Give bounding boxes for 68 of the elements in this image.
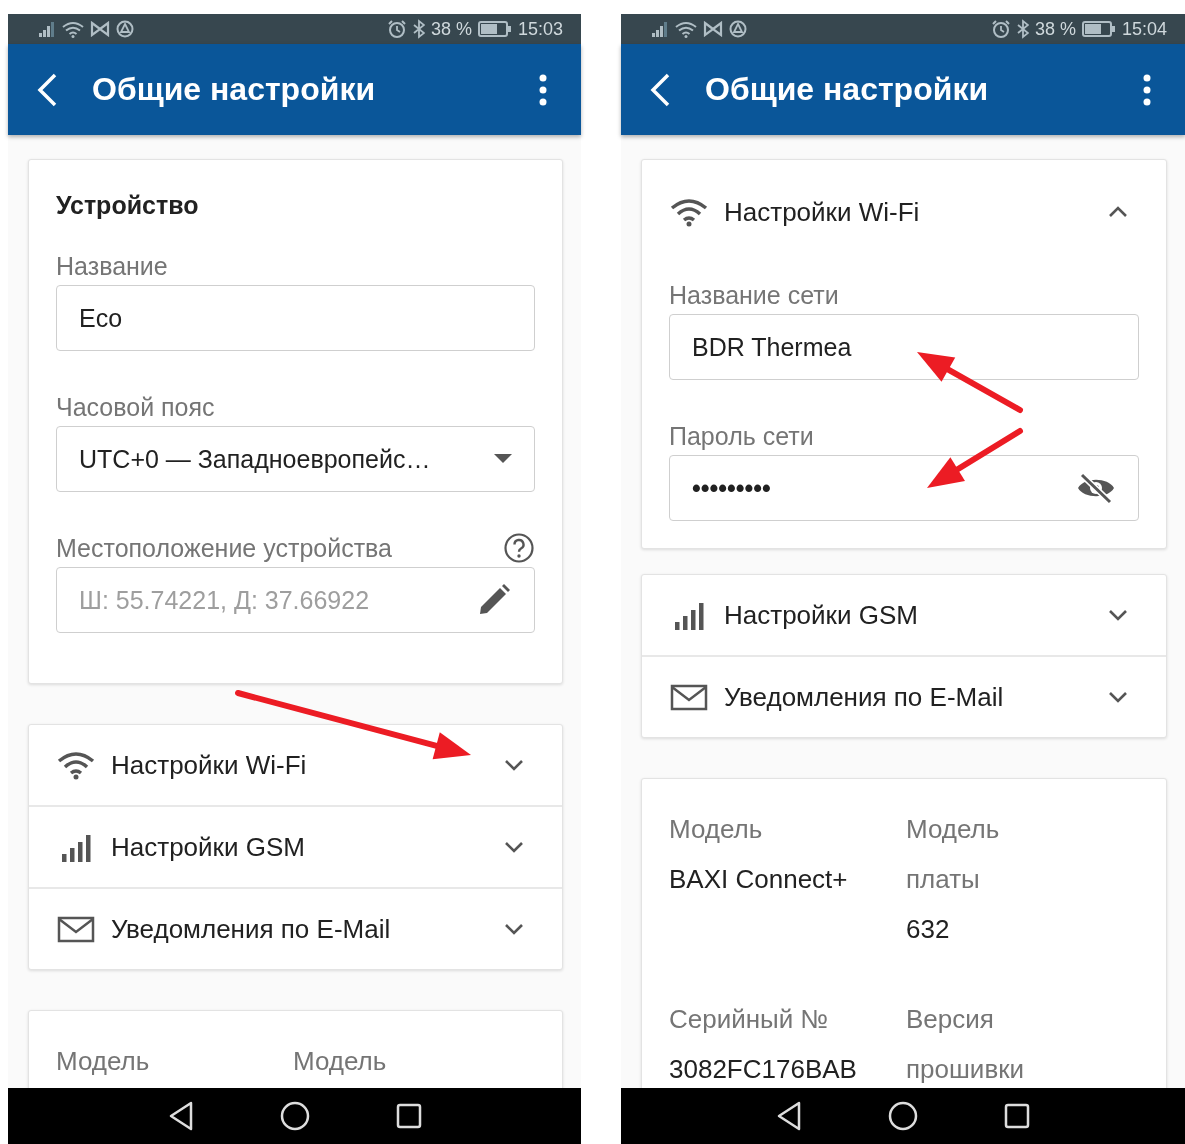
info-value: BAXI Connect+ xyxy=(669,863,849,896)
home-button[interactable] xyxy=(279,1101,310,1131)
status-time: 15:03 xyxy=(517,18,563,40)
field-label: Название сети xyxy=(669,280,839,311)
back-chevron-icon xyxy=(36,72,58,107)
bluetooth-icon xyxy=(412,19,425,39)
info-label: Серийный № xyxy=(669,1003,830,1036)
section-title: Устройство xyxy=(56,190,200,221)
triangle-circle-icon xyxy=(729,20,747,38)
field-label: Пароль сети xyxy=(669,421,814,452)
wifi-icon xyxy=(669,197,709,227)
triangle-circle-icon xyxy=(116,20,134,38)
home-circle-icon xyxy=(279,1101,310,1131)
back-nav-button[interactable] xyxy=(776,1101,802,1131)
password-field[interactable]: ••••••••• xyxy=(669,455,1139,521)
battery-percent: 38 % xyxy=(1034,18,1076,40)
bluetooth-icon xyxy=(1016,19,1029,39)
back-chevron-icon xyxy=(649,72,671,107)
info-label: Модель платы xyxy=(906,813,1001,896)
signal-icon xyxy=(651,21,669,37)
dropdown-caret-icon xyxy=(494,454,512,464)
info-value: 632 xyxy=(906,913,951,946)
info-label: Модель xyxy=(669,813,764,846)
info-label: Модель xyxy=(293,1045,388,1078)
accordion-header[interactable]: Уведомления по E-Mail xyxy=(29,889,562,969)
accordion-header[interactable]: Настройки Wi-Fi xyxy=(29,725,562,805)
alarm-clock-icon xyxy=(386,19,407,39)
kebab-menu-icon xyxy=(1143,73,1151,106)
home-button[interactable] xyxy=(888,1101,918,1131)
bowtie-logo-icon xyxy=(703,21,723,37)
field-label: Часовой пояс xyxy=(56,392,215,423)
wifi-icon xyxy=(56,750,96,780)
field-label: Местоположение устройства xyxy=(56,533,392,564)
text-field[interactable]: BDR Thermea xyxy=(669,314,1139,380)
recent-apps-button[interactable] xyxy=(395,1103,422,1129)
back-nav-button[interactable] xyxy=(167,1101,194,1131)
home-circle-icon xyxy=(888,1101,918,1131)
wifi-icon xyxy=(675,20,697,38)
back-triangle-icon xyxy=(776,1101,802,1131)
screen-title: Общие настройки xyxy=(92,71,377,108)
battery-icon xyxy=(477,20,512,38)
wifi-icon xyxy=(62,20,84,38)
battery-icon xyxy=(1081,20,1116,38)
info-value: 3082FC176BAB xyxy=(669,1053,858,1086)
envelope-icon xyxy=(669,682,709,712)
recent-apps-button[interactable] xyxy=(1004,1103,1030,1129)
signal-icon xyxy=(38,21,56,37)
kebab-menu-icon xyxy=(539,73,547,106)
accordion-header[interactable]: Настройки GSM xyxy=(642,575,1166,655)
back-triangle-icon xyxy=(167,1101,194,1131)
square-icon xyxy=(395,1103,422,1129)
dropdown-field[interactable]: UTC+0 — Западноевропейс… xyxy=(56,426,535,492)
text-field[interactable]: Eco xyxy=(56,285,535,351)
square-icon xyxy=(1004,1103,1030,1129)
accordion-header[interactable]: Настройки Wi-Fi xyxy=(642,160,1166,264)
info-label: Модель xyxy=(56,1045,151,1078)
help-icon[interactable] xyxy=(503,532,535,564)
info-label: Версия прошивки xyxy=(906,1003,1026,1086)
eye-slashed-icon[interactable] xyxy=(1076,472,1116,504)
accordion-header[interactable]: Уведомления по E-Mail xyxy=(642,657,1166,737)
status-time: 15:04 xyxy=(1121,18,1167,40)
envelope-icon xyxy=(56,914,96,944)
field-label: Название xyxy=(56,251,168,282)
accordion-header[interactable]: Настройки GSM xyxy=(29,807,562,887)
battery-percent: 38 % xyxy=(430,18,472,40)
alarm-clock-icon xyxy=(990,19,1011,39)
screen-title: Общие настройки xyxy=(705,71,990,108)
bowtie-logo-icon xyxy=(90,21,110,37)
